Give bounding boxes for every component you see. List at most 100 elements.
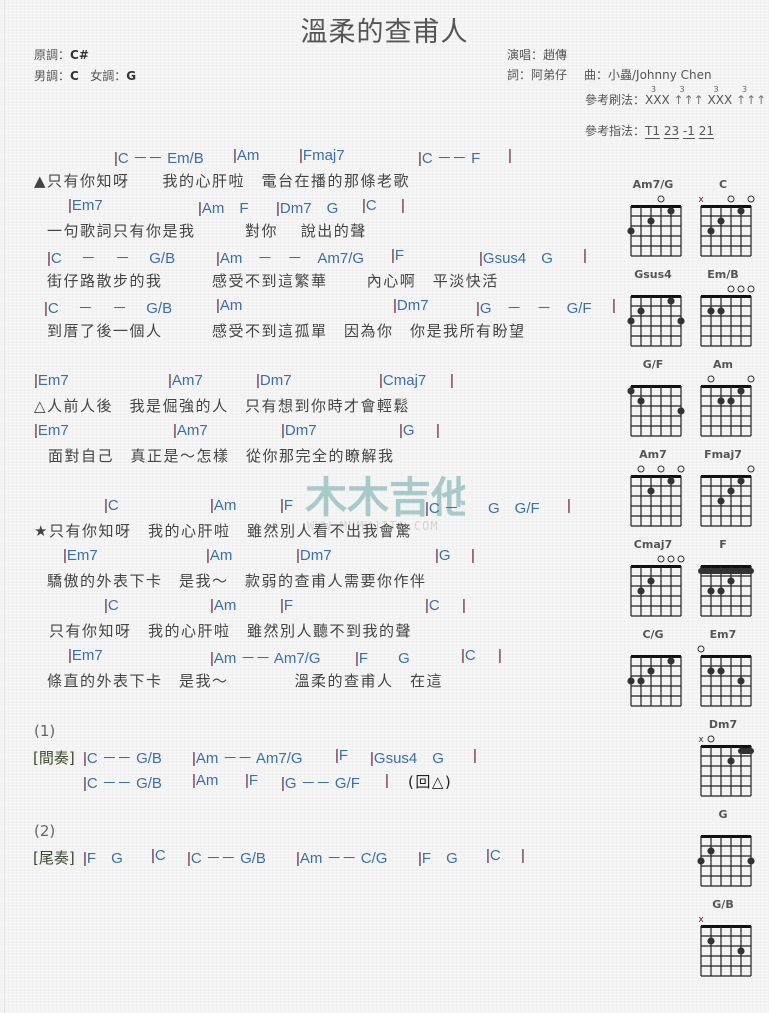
finger-dot <box>677 317 685 325</box>
chord-symbol: Am <box>213 597 237 614</box>
chord-symbol: F <box>394 247 405 264</box>
open-string-marker <box>747 465 755 473</box>
chord: |C －－ G/B <box>187 847 266 868</box>
chord: |Am －－ Am7/G <box>192 747 303 768</box>
lyric-line: △人前人後 我是倔強的人 只有想到你時才會輕鬆 <box>34 397 411 415</box>
chord: |Am － － Am7/G <box>216 247 364 268</box>
finger-dot <box>627 227 635 235</box>
chord: |C －－ G/B <box>83 772 162 793</box>
open-string-marker <box>727 195 735 203</box>
chord-symbol: C <box>154 847 166 864</box>
chord-symbol: Am －－ C/G <box>299 850 388 867</box>
chord-symbol: C －－ G/B <box>86 750 162 767</box>
bar-line: | <box>567 497 571 514</box>
chord-symbol: Am <box>219 297 243 314</box>
chord-symbol: F G <box>86 850 123 867</box>
barre <box>738 748 754 754</box>
chord-diagram: Cx <box>693 178 755 263</box>
chord: |Dm7 <box>256 372 292 389</box>
chord: |G <box>435 547 451 564</box>
singer-credit: 演唱：趙傳 <box>507 48 568 62</box>
lyric-line: 到厝了後一個人 感受不到這孤單 因為你 你是我所有盼望 <box>47 322 526 340</box>
open-string-marker <box>657 555 665 563</box>
chord: |Dm7 G <box>276 197 338 218</box>
chord-diagram: F <box>693 538 754 623</box>
nut <box>701 925 751 928</box>
chord-diagram: Dm7 x <box>693 718 754 803</box>
bar-line: | <box>471 547 475 564</box>
finger-dot <box>707 227 715 235</box>
chord-symbol: Am －－ Am7/G <box>195 750 303 767</box>
finger-dot <box>667 297 675 305</box>
finger-dot <box>737 207 745 215</box>
nut <box>631 205 681 208</box>
chord-diagram: Gsus4 <box>623 268 685 353</box>
finger-dot <box>727 577 735 585</box>
nut <box>701 835 751 838</box>
chord: |Dm7 <box>281 422 317 439</box>
bar-line: | <box>583 247 587 264</box>
finger-dot <box>707 307 715 315</box>
finger-dot <box>667 657 675 665</box>
open-string-marker <box>727 285 735 293</box>
chord-diagram: G <box>693 808 755 893</box>
chord: |G <box>399 422 415 439</box>
lyric-line: 驕傲的外表下卡 是我～ 款弱的查甫人需要你作伴 <box>47 572 427 590</box>
chord: |Am －－ C/G <box>296 847 387 868</box>
chord: |Em7 <box>68 647 103 664</box>
fretboard-grid <box>627 295 685 347</box>
chord: |Gsus4 G <box>370 747 444 768</box>
chord-symbol: C <box>428 597 440 614</box>
finger-dot <box>717 307 725 315</box>
chord-symbol: Cmaj7 <box>382 372 427 389</box>
chord-symbol: C <box>464 647 476 664</box>
strum-group: 3 ↑↑↑ <box>673 85 704 107</box>
chord-symbol: Am －－ Am7/G <box>213 650 321 667</box>
chord: |C － <box>425 497 459 518</box>
chord-line: |C －－ G/B |Am |F |G －－ G/F | <box>0 772 620 792</box>
fretboard-grid <box>627 385 685 437</box>
chord-symbol: Em7 <box>71 197 103 214</box>
chord-symbol: C － － G/B <box>50 250 176 267</box>
chord-symbol: Dm7 <box>284 422 317 439</box>
finger-dot <box>707 937 715 945</box>
open-string-marker <box>657 195 665 203</box>
chord-symbol: Em7 <box>37 372 69 389</box>
chord-symbol: F <box>283 597 294 614</box>
open-string-marker <box>707 735 715 743</box>
chord-symbol: Am7 <box>171 372 203 389</box>
repeat-note: (回△) <box>408 773 453 791</box>
bar-line: | <box>508 147 512 164</box>
nut <box>631 475 681 478</box>
chord-symbol: Em7 <box>71 647 103 664</box>
finger-dot <box>627 317 635 325</box>
finger-dot <box>727 397 735 405</box>
chord-symbol: C － － G/B <box>47 300 173 317</box>
chord: |C <box>425 597 440 614</box>
original-key: 原調：C# <box>34 48 89 62</box>
open-string-marker <box>677 465 685 473</box>
chord: |C <box>486 847 501 864</box>
chord-symbol: Dm7 <box>299 547 332 564</box>
finger-dot <box>717 587 725 595</box>
chord: |C －－ G/B <box>83 747 162 768</box>
finger-dot <box>737 947 745 955</box>
nut <box>701 655 751 658</box>
chord: |C － － G/B <box>44 297 172 318</box>
chord-diagram: G/F <box>623 358 685 443</box>
bar-line: | <box>612 297 616 314</box>
chord: |C <box>362 197 377 214</box>
chord: |Cmaj7 <box>379 372 426 389</box>
bar-line: | <box>436 422 440 439</box>
chord: |C <box>104 597 119 614</box>
chord-line: |C |Am |F |C | <box>0 597 620 617</box>
finger-dot <box>647 217 655 225</box>
finger-dot <box>707 587 715 595</box>
nut <box>701 385 751 388</box>
chord-line: |Em7 |Am F |Dm7 G |C | <box>0 197 620 217</box>
open-string-marker <box>707 375 715 383</box>
nut <box>701 295 751 298</box>
fretboard-grid: x <box>698 735 754 797</box>
chord: |F G <box>418 847 458 868</box>
chord-diagram: Cmaj7 <box>623 538 685 623</box>
